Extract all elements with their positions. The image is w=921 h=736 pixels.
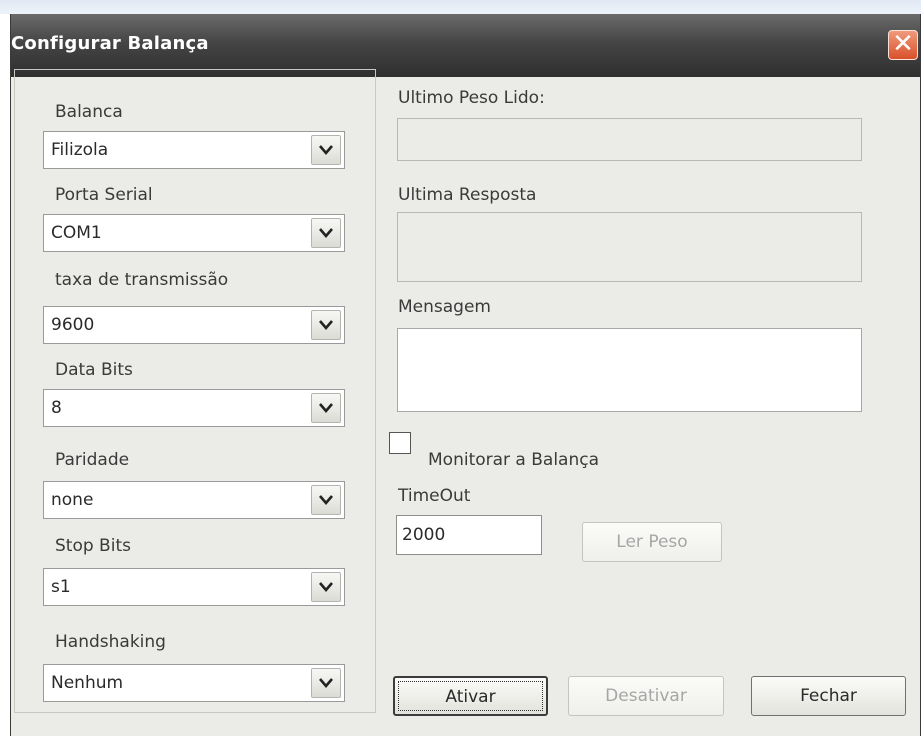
chevron-down-icon (319, 228, 333, 238)
ultima-resposta-label: Ultima Resposta (398, 185, 537, 205)
desktop-background (0, 0, 921, 14)
data-bits-select[interactable]: 8 (43, 389, 345, 427)
window-title: Configurar Balança (11, 33, 209, 54)
ativar-label: Ativar (445, 687, 496, 707)
handshaking-value: Nenhum (51, 673, 124, 693)
chevron-down-icon (319, 320, 333, 330)
stop-bits-select[interactable]: s1 (43, 568, 345, 606)
timeout-input[interactable]: 2000 (396, 515, 542, 555)
balanca-label: Balanca (55, 102, 123, 122)
porta-serial-label: Porta Serial (55, 185, 153, 205)
balanca-value: Filizola (51, 140, 109, 160)
paridade-select[interactable]: none (43, 481, 345, 519)
paridade-dropdown-button[interactable] (311, 485, 341, 515)
taxa-value: 9600 (51, 315, 95, 335)
porta-serial-dropdown-button[interactable] (311, 218, 341, 248)
close-button[interactable]: ✕ (888, 30, 918, 60)
chevron-down-icon (319, 678, 333, 688)
porta-serial-select[interactable]: COM1 (43, 214, 345, 252)
stop-bits-label: Stop Bits (55, 536, 131, 556)
monitorar-label: Monitorar a Balança (428, 450, 600, 470)
paridade-label: Paridade (55, 450, 130, 470)
chevron-down-icon (319, 495, 333, 505)
stop-bits-value: s1 (51, 577, 71, 597)
balanca-select[interactable]: Filizola (43, 131, 345, 169)
taxa-dropdown-button[interactable] (311, 310, 341, 340)
chevron-down-icon (319, 145, 333, 155)
handshaking-dropdown-button[interactable] (311, 668, 341, 698)
porta-serial-value: COM1 (51, 223, 102, 243)
timeout-value: 2000 (402, 525, 446, 545)
handshaking-select[interactable]: Nenhum (43, 664, 345, 702)
fechar-button[interactable]: Fechar (751, 676, 906, 716)
data-bits-dropdown-button[interactable] (311, 393, 341, 423)
taxa-select[interactable]: 9600 (43, 306, 345, 344)
ultimo-peso-label: Ultimo Peso Lido: (398, 88, 545, 108)
chevron-down-icon (319, 403, 333, 413)
paridade-value: none (51, 490, 94, 510)
ultimo-peso-field (397, 118, 862, 161)
taxa-label: taxa de transmissão (55, 270, 229, 290)
ativar-button[interactable]: Ativar (393, 676, 548, 716)
balanca-dropdown-button[interactable] (311, 135, 341, 165)
timeout-label: TimeOut (398, 486, 471, 506)
chevron-down-icon (319, 582, 333, 592)
mensagem-textarea[interactable] (397, 328, 862, 412)
ultima-resposta-field (397, 212, 862, 282)
desativar-button[interactable]: Desativar (568, 676, 724, 716)
title-bar: Configurar Balança ✕ (11, 14, 920, 77)
handshaking-label: Handshaking (55, 632, 166, 652)
ler-peso-button[interactable]: Ler Peso (582, 522, 722, 562)
close-icon: ✕ (892, 29, 914, 59)
stop-bits-dropdown-button[interactable] (311, 572, 341, 602)
monitorar-checkbox[interactable] (389, 432, 411, 454)
data-bits-label: Data Bits (55, 360, 133, 380)
data-bits-value: 8 (51, 398, 62, 418)
mensagem-label: Mensagem (398, 297, 491, 317)
